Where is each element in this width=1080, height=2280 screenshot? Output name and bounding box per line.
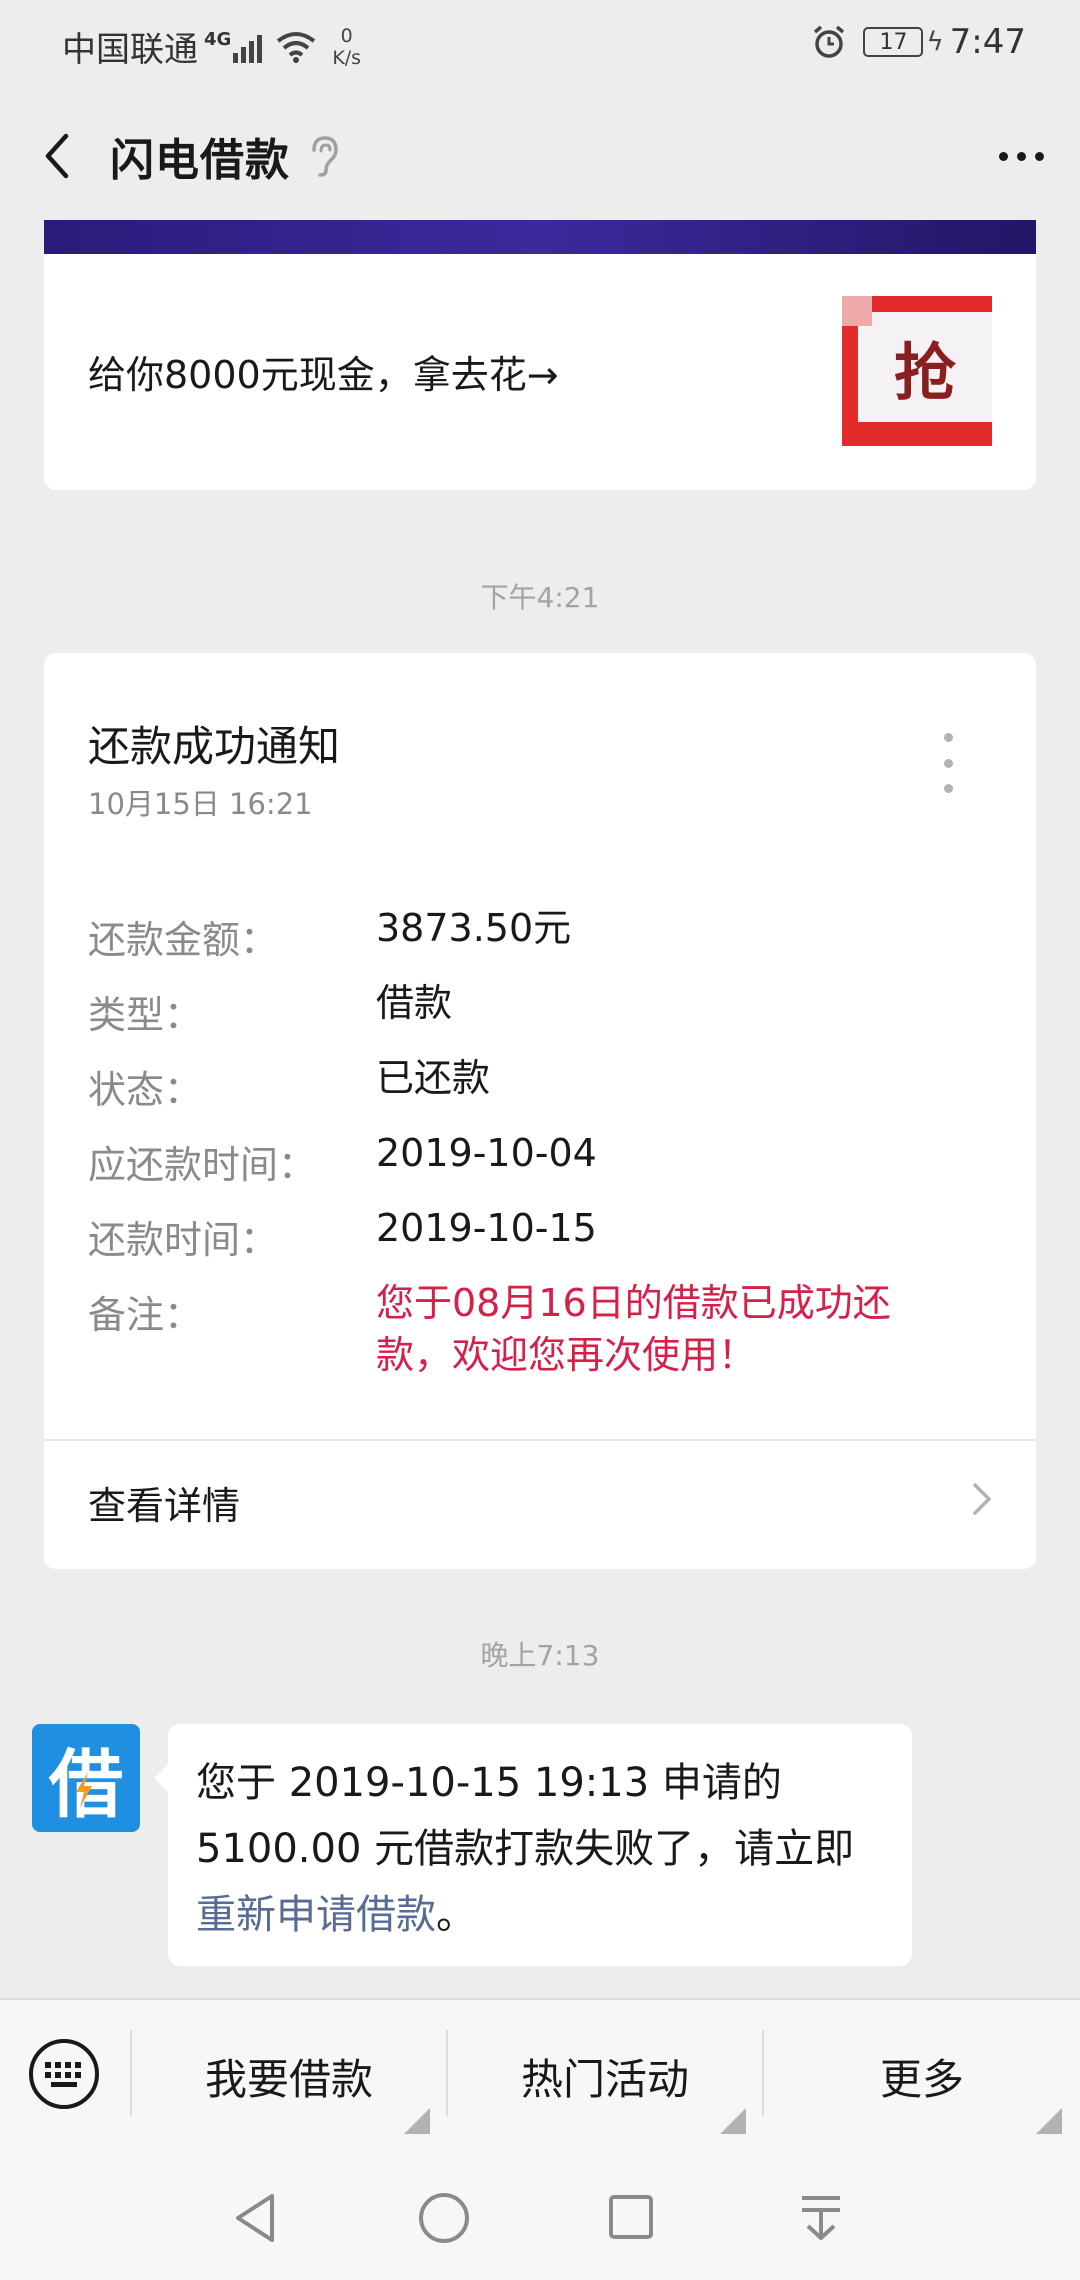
charging-icon: ϟ xyxy=(926,27,944,57)
field-value: 2019-10-04 xyxy=(376,1131,597,1175)
page-title: 闪电借款 xyxy=(110,135,290,186)
back-triangle-icon[interactable] xyxy=(230,2190,280,2246)
notice-menu-icon[interactable] xyxy=(938,733,958,793)
notification-pulldown-icon[interactable] xyxy=(796,2190,846,2246)
status-time: 7:47 xyxy=(949,22,1026,62)
menu-item-borrow[interactable]: 我要借款 xyxy=(132,2000,446,2152)
ear-icon[interactable] xyxy=(306,134,342,178)
promo-card[interactable]: 给你8000元现金，拿去花→ 抢 xyxy=(44,220,1036,490)
divider xyxy=(44,1439,1036,1441)
battery-level: 17 xyxy=(879,29,908,55)
promo-text: 给你8000元现金，拿去花→ xyxy=(88,353,559,397)
notice-date: 10月15日 16:21 xyxy=(88,787,313,821)
speed-value: 0 xyxy=(340,24,353,47)
notice-title: 还款成功通知 xyxy=(88,722,341,771)
reapply-loan-link[interactable]: 重新申请借款 xyxy=(196,1892,436,1938)
field-value-remark: 您于08月16日的借款已成功还款，欢迎您再次使用！ xyxy=(376,1281,891,1377)
repayment-notice-card[interactable]: 还款成功通知 10月15日 16:21 还款金额： 3873.50元 类型： 借… xyxy=(44,653,1036,1569)
keyboard-icon[interactable] xyxy=(24,2034,104,2114)
wifi-icon xyxy=(277,31,316,63)
message-timestamp: 晚上7:13 xyxy=(480,1639,600,1672)
battery-icon: 17 xyxy=(863,27,924,57)
menu-item-more[interactable]: 更多 xyxy=(764,2000,1080,2152)
field-value: 已还款 xyxy=(376,1056,491,1100)
bottom-menu: 我要借款 热门活动 更多 xyxy=(0,1998,1080,2150)
field-value: 2019-10-15 xyxy=(376,1206,597,1250)
field-value: 3873.50元 xyxy=(376,906,572,950)
field-label: 还款时间： xyxy=(88,1218,279,1262)
network-speed: 0 K/s xyxy=(332,25,361,69)
field-label: 类型： xyxy=(88,993,203,1037)
view-details-link[interactable]: 查看详情 xyxy=(88,1475,240,1530)
back-arrow-icon[interactable] xyxy=(32,126,82,186)
field-label: 状态： xyxy=(88,1068,203,1112)
carrier-name: 中国联通 xyxy=(62,30,198,70)
status-bar: 中国联通 4G 0 K/s 17 ϟ 7:47 xyxy=(0,0,1080,90)
message-text: 您于 2019-10-15 19:13 申请的 5100.00 元借款打款失败了… xyxy=(196,1760,855,1872)
chevron-right-icon xyxy=(973,1483,991,1515)
signal-icon xyxy=(233,31,263,63)
promo-banner-image xyxy=(44,220,1036,254)
system-nav-bar xyxy=(0,2150,1080,2280)
network-type: 4G xyxy=(204,29,232,50)
submenu-indicator-icon xyxy=(1036,2108,1062,2134)
field-value: 借款 xyxy=(376,981,453,1025)
avatar[interactable]: 借 xyxy=(32,1724,140,1832)
message-timestamp: 下午4:21 xyxy=(480,581,600,614)
status-left: 中国联通 4G 0 K/s xyxy=(62,22,361,71)
recents-square-icon[interactable] xyxy=(606,2192,656,2242)
submenu-indicator-icon xyxy=(404,2108,430,2134)
menu-item-hot-events[interactable]: 热门活动 xyxy=(448,2000,762,2152)
field-label: 还款金额： xyxy=(88,918,279,962)
field-label: 应还款时间： xyxy=(88,1143,317,1187)
speed-unit: K/s xyxy=(332,46,362,69)
message-text-end: 。 xyxy=(436,1892,476,1938)
more-icon[interactable] xyxy=(986,126,1056,186)
submenu-indicator-icon xyxy=(720,2108,746,2134)
lightning-icon xyxy=(76,1772,92,1808)
home-circle-icon[interactable] xyxy=(416,2190,472,2246)
field-label: 备注： xyxy=(88,1293,203,1337)
nav-bar: 闪电借款 xyxy=(0,90,1080,220)
promo-badge-text: 抢 xyxy=(893,336,956,409)
alarm-icon xyxy=(814,25,845,58)
status-right: 17 ϟ 7:47 xyxy=(811,22,1026,62)
message-bubble: 您于 2019-10-15 19:13 申请的 5100.00 元借款打款失败了… xyxy=(154,1724,912,1966)
promo-thumbnail: 抢 xyxy=(842,296,992,446)
